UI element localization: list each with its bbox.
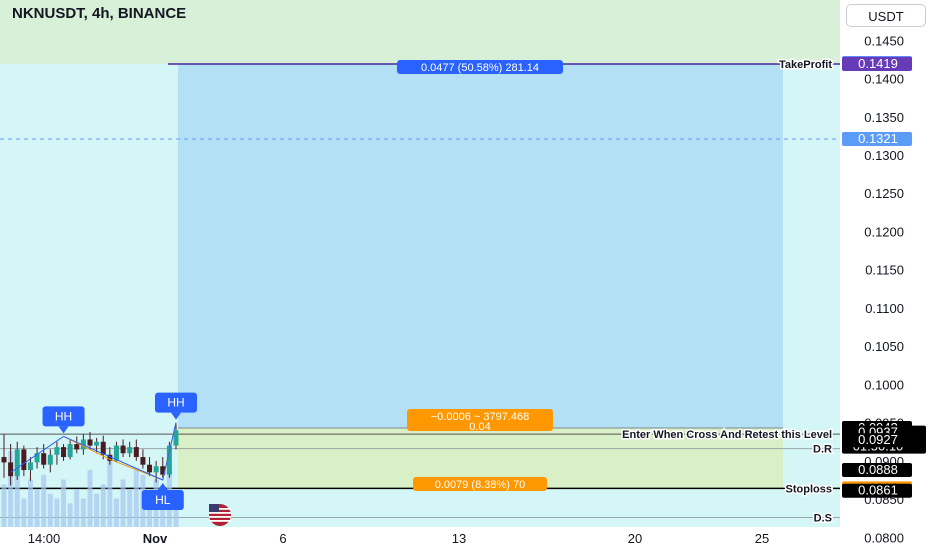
candle-body (127, 447, 133, 454)
marker-label: HL (155, 493, 171, 507)
target-zone (178, 64, 783, 428)
y-tick-label: 0.0800 (864, 530, 904, 545)
candle-body (61, 447, 67, 458)
volume-bar (113, 498, 119, 527)
volume-bar (61, 479, 67, 527)
volume-bar (80, 498, 86, 527)
volume-bar (100, 484, 106, 527)
volume-bar (107, 460, 113, 527)
candle-body (133, 447, 139, 458)
candle-body (173, 430, 179, 446)
y-tick-label: 0.1350 (864, 110, 904, 125)
candle-body (87, 439, 93, 446)
time-axis-background (0, 527, 840, 550)
x-tick-label: 25 (755, 531, 769, 546)
candle-body (67, 444, 73, 458)
chart-title: NKNUSDT, 4h, BINANCE (12, 5, 187, 22)
candle-body (94, 441, 100, 446)
candle-body (14, 449, 20, 477)
volume-bar (87, 470, 93, 527)
chart-stage[interactable]: TakeProfit Enter When Cross And Retest th… (0, 0, 932, 550)
price-badge-text: 0.0888 (858, 462, 898, 477)
flag-canton (209, 504, 219, 512)
y-tick-label: 0.1100 (865, 301, 904, 316)
candle-body (120, 445, 126, 454)
y-tick-label: 0.1400 (864, 72, 904, 87)
x-tick-label: 6 (279, 531, 286, 546)
volume-bar (120, 479, 126, 527)
level-label: Enter When Cross And Retest this Level (622, 429, 832, 441)
y-tick-label: 0.1450 (864, 33, 904, 48)
level-label: TakeProfit (779, 59, 832, 71)
price-badge-text: 0.1419 (858, 56, 898, 71)
entry-label-text: 0.04 (469, 421, 490, 433)
volume-bar (74, 489, 80, 527)
volume-bar (67, 503, 73, 527)
candle-body (140, 457, 146, 465)
candle-body (153, 466, 159, 473)
level-label: D.S (814, 512, 832, 524)
price-badge-text: 0.1321 (858, 131, 898, 146)
volume-bar (54, 498, 60, 527)
volume-bar (133, 470, 139, 527)
price-badge-text: 0.0861 (858, 483, 898, 498)
candle-body (1, 457, 7, 463)
volume-bar (21, 498, 27, 527)
marker-label: HH (167, 396, 184, 410)
x-tick-label: Nov (143, 531, 168, 546)
candle-body (147, 464, 153, 473)
y-tick-label: 0.1000 (864, 377, 904, 392)
volume-bar (94, 493, 100, 527)
candle-body (54, 447, 60, 455)
candle-body (8, 462, 14, 477)
price-badge-text: 0.0927 (858, 432, 898, 447)
candle-body (21, 449, 27, 471)
y-tick-label: 0.1150 (865, 263, 904, 278)
volume-bar (34, 489, 40, 527)
y-tick-label: 0.1050 (864, 339, 904, 354)
candle-body (74, 444, 80, 450)
level-label: Stoploss (786, 483, 832, 495)
y-tick-label: 0.1250 (864, 186, 904, 201)
us-flag-icon (209, 504, 231, 526)
x-tick-label: 14:00 (28, 531, 61, 546)
volume-bar (1, 484, 7, 527)
candle-body (47, 454, 53, 465)
currency-button[interactable]: USDT (846, 4, 926, 27)
level-label: D.R (813, 444, 832, 456)
volume-bar (41, 474, 47, 527)
price-chart[interactable]: TakeProfit Enter When Cross And Retest th… (0, 0, 932, 550)
x-tick-label: 13 (452, 531, 466, 546)
stop-label-text: 0.0079 (8.38%) 70 (435, 479, 526, 491)
target-label-text: 0.0477 (50.58%) 281.14 (421, 62, 539, 74)
x-tick-label: 20 (628, 531, 642, 546)
flag-stripe (209, 512, 231, 514)
y-tick-label: 0.1300 (864, 148, 904, 163)
volume-bar (47, 493, 53, 527)
volume-bar (27, 479, 33, 527)
volume-bar (127, 489, 133, 527)
candle-body (41, 453, 47, 465)
candle-body (27, 462, 33, 471)
y-tick-label: 0.1200 (864, 224, 904, 239)
marker-label: HH (55, 409, 72, 423)
flag-stripe (209, 516, 231, 518)
flag-stripe (209, 520, 231, 522)
